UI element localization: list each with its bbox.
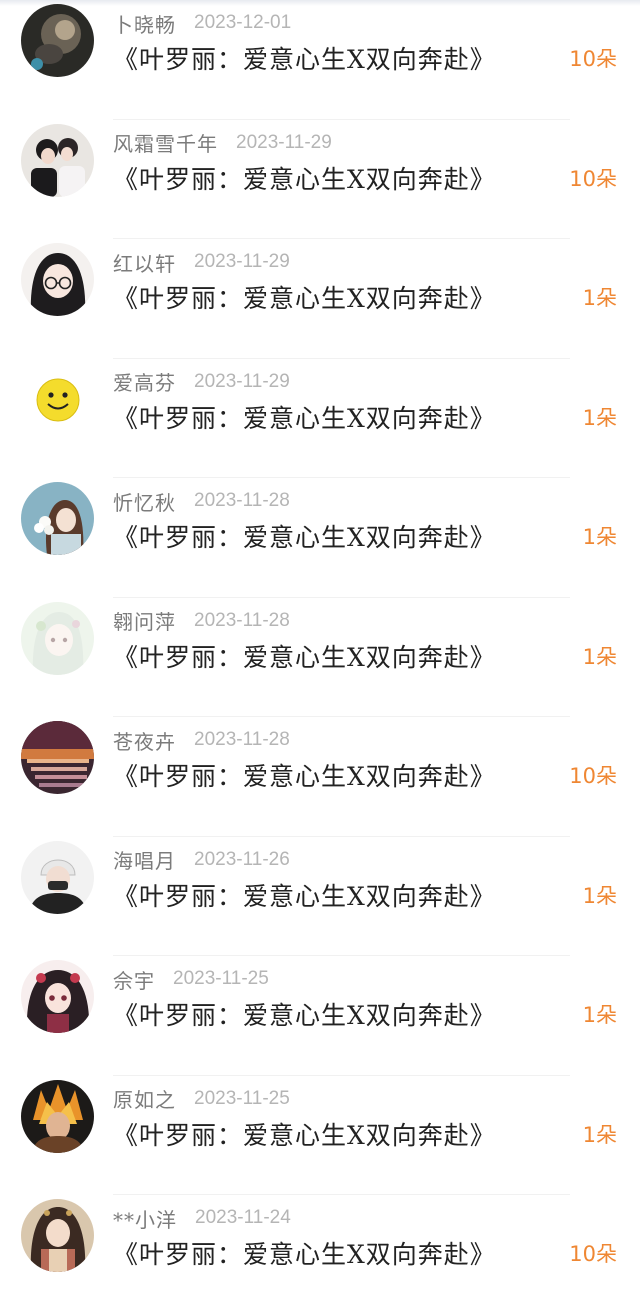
avatar[interactable] [21, 4, 94, 77]
avatar[interactable] [21, 1079, 94, 1153]
avatar[interactable] [21, 1199, 94, 1272]
username[interactable]: 卜晓畅 [113, 9, 176, 38]
gift-title: 《叶罗丽：爱意心生X双向奔赴》 [113, 284, 496, 313]
date: 2023-11-25 [173, 968, 269, 989]
list-item[interactable]: 卜晓畅 2023-12-01 《叶罗丽：爱意心生X双向奔赴》 10朵 [0, 0, 640, 120]
list-item[interactable]: 原如之 2023-11-25 《叶罗丽：爱意心生X双向奔赴》 1朵 [0, 1076, 640, 1195]
avatar[interactable] [21, 721, 94, 794]
username[interactable]: 苍夜卉 [113, 726, 176, 755]
item-meta: 苍夜卉 2023-11-28 [113, 724, 290, 756]
avatar[interactable] [21, 960, 94, 1033]
gift-title: 《叶罗丽：爱意心生X双向奔赴》 [113, 403, 496, 433]
date: 2023-12-01 [194, 12, 292, 33]
gift-title: 《叶罗丽：爱意心生X双向奔赴》 [113, 642, 496, 672]
gift-title: 《叶罗丽：爱意心生X双向奔赴》 [113, 164, 496, 194]
list-item[interactable]: 忻忆秋 2023-11-28 《叶罗丽：爱意心生X双向奔赴》 1朵 [0, 478, 640, 598]
username[interactable]: **小洋 [113, 1204, 177, 1233]
username[interactable]: 风霜雪千年 [113, 128, 218, 157]
username[interactable]: 爱高芬 [113, 367, 176, 396]
date: 2023-11-29 [194, 251, 290, 272]
username[interactable]: 翱问萍 [113, 606, 176, 635]
item-meta: 佘宇 2023-11-25 [113, 963, 269, 995]
date: 2023-11-28 [194, 729, 290, 750]
date: 2023-11-29 [236, 131, 332, 153]
date: 2023-11-28 [194, 490, 290, 511]
list-item[interactable]: **小洋 2023-11-24 《叶罗丽：爱意心生X双向奔赴》 10朵 [0, 1195, 640, 1290]
gift-record-list: 卜晓畅 2023-12-01 《叶罗丽：爱意心生X双向奔赴》 10朵 风霜雪千年… [0, 0, 640, 1290]
list-item[interactable]: 红以轩 2023-11-29 《叶罗丽：爱意心生X双向奔赴》 1朵 [0, 239, 640, 359]
item-meta: **小洋 2023-11-24 [113, 1202, 291, 1234]
flower-count: 1朵 [582, 883, 617, 908]
avatar[interactable] [21, 482, 94, 555]
flower-count: 10朵 [569, 764, 617, 788]
item-meta: 风霜雪千年 2023-11-29 [113, 127, 332, 159]
list-item[interactable]: 佘宇 2023-11-25 《叶罗丽：爱意心生X双向奔赴》 1朵 [0, 956, 640, 1076]
list-item[interactable]: 海唱月 2023-11-26 《叶罗丽：爱意心生X双向奔赴》 1朵 [0, 837, 640, 956]
avatar[interactable] [21, 243, 94, 316]
avatar[interactable] [21, 362, 94, 436]
flower-count: 10朵 [569, 47, 617, 71]
date: 2023-11-29 [194, 370, 290, 392]
date: 2023-11-26 [194, 848, 290, 870]
flower-count: 10朵 [569, 166, 617, 191]
gift-title: 《叶罗丽：爱意心生X双向奔赴》 [113, 762, 496, 791]
item-meta: 海唱月 2023-11-26 [113, 844, 290, 876]
item-meta: 爱高芬 2023-11-29 [113, 366, 290, 398]
date: 2023-11-25 [194, 1087, 290, 1109]
gift-title: 《叶罗丽：爱意心生X双向奔赴》 [113, 1001, 496, 1030]
gift-title: 《叶罗丽：爱意心生X双向奔赴》 [113, 1240, 496, 1269]
item-meta: 卜晓畅 2023-12-01 [113, 7, 291, 39]
item-meta: 忻忆秋 2023-11-28 [113, 485, 290, 517]
flower-count: 1朵 [582, 1122, 617, 1147]
avatar[interactable] [21, 123, 94, 197]
gift-title: 《叶罗丽：爱意心生X双向奔赴》 [113, 523, 496, 552]
username[interactable]: 红以轩 [113, 248, 176, 277]
flower-count: 1朵 [582, 286, 617, 310]
item-meta: 红以轩 2023-11-29 [113, 246, 290, 278]
list-item[interactable]: 爱高芬 2023-11-29 《叶罗丽：爱意心生X双向奔赴》 1朵 [0, 359, 640, 478]
item-meta: 翱问萍 2023-11-28 [113, 605, 290, 637]
list-item[interactable]: 苍夜卉 2023-11-28 《叶罗丽：爱意心生X双向奔赴》 10朵 [0, 717, 640, 837]
flower-count: 1朵 [582, 1003, 617, 1027]
gift-title: 《叶罗丽：爱意心生X双向奔赴》 [113, 45, 496, 74]
avatar[interactable] [21, 840, 94, 914]
list-item[interactable]: 风霜雪千年 2023-11-29 《叶罗丽：爱意心生X双向奔赴》 10朵 [0, 120, 640, 239]
date: 2023-11-24 [195, 1207, 291, 1228]
flower-count: 1朵 [582, 644, 617, 669]
avatar[interactable] [21, 601, 94, 675]
gift-title: 《叶罗丽：爱意心生X双向奔赴》 [113, 1120, 496, 1150]
flower-count: 1朵 [582, 525, 617, 549]
username[interactable]: 原如之 [113, 1084, 176, 1113]
username[interactable]: 海唱月 [113, 845, 176, 874]
date: 2023-11-28 [194, 609, 290, 631]
username[interactable]: 佘宇 [113, 965, 155, 994]
gift-title: 《叶罗丽：爱意心生X双向奔赴》 [113, 881, 496, 911]
flower-count: 10朵 [569, 1242, 617, 1266]
flower-count: 1朵 [582, 405, 617, 430]
list-item[interactable]: 翱问萍 2023-11-28 《叶罗丽：爱意心生X双向奔赴》 1朵 [0, 598, 640, 717]
item-meta: 原如之 2023-11-25 [113, 1083, 290, 1115]
username[interactable]: 忻忆秋 [113, 487, 176, 516]
